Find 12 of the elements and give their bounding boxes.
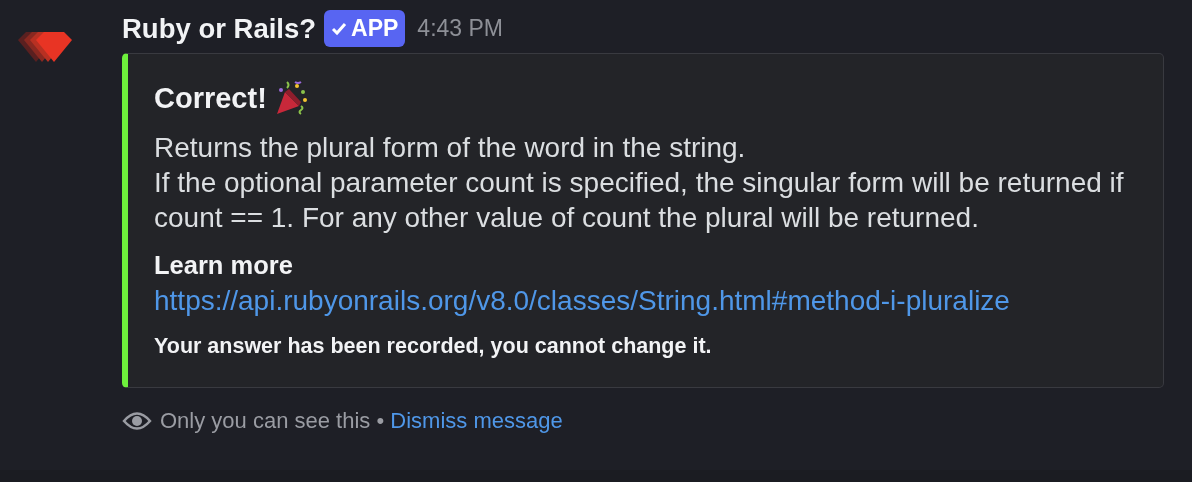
- field-name: Learn more: [154, 250, 294, 282]
- dismiss-link[interactable]: Dismiss message: [390, 408, 563, 434]
- description-text: If the optional parameter count is specified, the singular form will be returned if count == 1. For any other value of count the plural will be returned.: [154, 166, 1125, 236]
- author-name[interactable]: Ruby or Rails?: [122, 8, 317, 50]
- timestamp: 4:43 PM: [417, 14, 503, 44]
- description-text: Returns the plural form of the word in the string.: [154, 131, 747, 166]
- app-badge: APP: [324, 10, 406, 47]
- ephemeral-note: Only you can see this •: [160, 408, 385, 434]
- docs-link[interactable]: https://api.rubyonrails.org/v8.0/classes/String.html#method-i-pluralize: [154, 283, 1010, 320]
- embed-title: Correct!: [154, 82, 267, 115]
- embed-footer: Your answer has been recorded, you cannot change it.: [154, 333, 1137, 360]
- eye-icon: [122, 409, 152, 432]
